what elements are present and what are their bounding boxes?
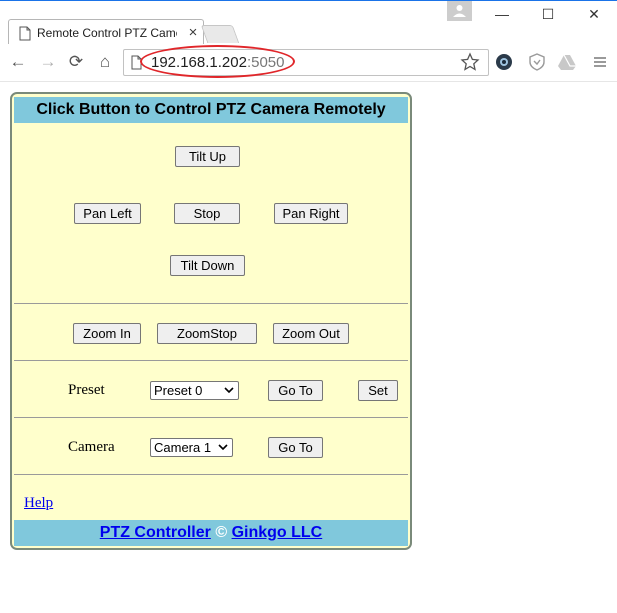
chevron-down-icon <box>224 387 234 394</box>
copyright-symbol: © <box>210 524 232 541</box>
tilt-down-button[interactable]: Tilt Down <box>170 255 245 276</box>
tab-title: Remote Control PTZ Camera <box>37 26 177 40</box>
zoom-out-button[interactable]: Zoom Out <box>273 323 349 344</box>
browser-tab[interactable]: Remote Control PTZ Camera × <box>8 19 204 46</box>
extension-shield-icon[interactable] <box>527 52 547 72</box>
camera-label: Camera <box>68 439 115 455</box>
preset-label: Preset <box>68 382 105 398</box>
preset-select[interactable]: Preset 0 <box>150 381 239 400</box>
pan-left-button[interactable]: Pan Left <box>74 203 141 224</box>
menu-icon[interactable] <box>590 52 610 72</box>
reload-icon[interactable]: ⟳ <box>66 52 86 72</box>
pan-right-button[interactable]: Pan Right <box>274 203 348 224</box>
window-close-button[interactable]: ✕ <box>580 3 608 25</box>
forward-arrow-icon[interactable]: → <box>38 52 58 72</box>
close-tab-icon[interactable]: × <box>185 24 201 42</box>
browser-toolbar: ← → ⟳ ⌂ 192.168.1.202:5050 <box>0 44 617 82</box>
ptz-control-panel: Click Button to Control PTZ Camera Remot… <box>10 92 412 550</box>
ptz-controller-link[interactable]: PTZ Controller <box>100 524 211 541</box>
url-highlight-circle <box>140 45 295 78</box>
extension-drive-icon[interactable] <box>557 52 577 72</box>
section-divider <box>14 360 408 361</box>
page-footer: PTZ Controller © Ginkgo LLC <box>14 520 408 546</box>
page-title: Click Button to Control PTZ Camera Remot… <box>14 97 408 123</box>
section-divider <box>14 303 408 304</box>
stop-button[interactable]: Stop <box>174 203 240 224</box>
camera-selected-value: Camera 1 <box>154 440 212 455</box>
back-arrow-icon[interactable]: ← <box>8 52 28 72</box>
preset-set-button[interactable]: Set <box>358 380 398 401</box>
bookmark-star-icon[interactable] <box>460 52 480 72</box>
section-divider <box>14 417 408 418</box>
camera-go-to-button[interactable]: Go To <box>268 437 323 458</box>
section-divider <box>14 474 408 475</box>
home-icon[interactable]: ⌂ <box>95 52 115 72</box>
browser-titlebar: Remote Control PTZ Camera × — ☐ ✕ <box>0 0 617 46</box>
chevron-down-icon <box>218 444 228 451</box>
tilt-up-button[interactable]: Tilt Up <box>175 146 240 167</box>
zoom-in-button[interactable]: Zoom In <box>73 323 141 344</box>
maximize-button[interactable]: ☐ <box>534 3 562 25</box>
minimize-button[interactable]: — <box>488 3 516 25</box>
ginkgo-llc-link[interactable]: Ginkgo LLC <box>232 524 323 541</box>
new-tab-button[interactable] <box>200 25 240 43</box>
preset-selected-value: Preset 0 <box>154 383 203 398</box>
preset-go-to-button[interactable]: Go To <box>268 380 323 401</box>
camera-select[interactable]: Camera 1 <box>150 438 233 457</box>
extension-camera-icon[interactable] <box>494 52 514 72</box>
profile-icon[interactable] <box>447 1 472 21</box>
zoom-stop-button[interactable]: ZoomStop <box>157 323 257 344</box>
help-link[interactable]: Help <box>24 495 53 512</box>
page-icon <box>19 26 31 41</box>
